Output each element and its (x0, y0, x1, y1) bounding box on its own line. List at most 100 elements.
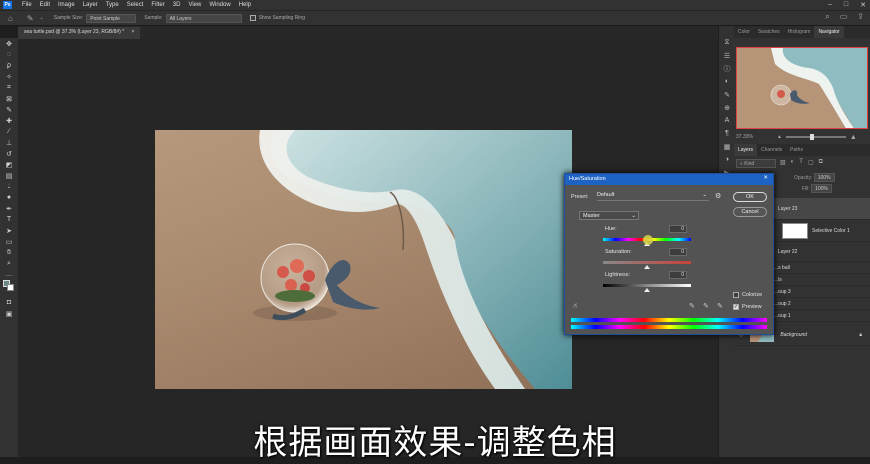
zoom-out-icon[interactable]: ▲ (777, 134, 782, 140)
eyedropper-subtract-icon[interactable]: ✎ (717, 302, 723, 310)
properties-panel-icon[interactable]: ☰ (719, 49, 735, 62)
clone-stamp-icon[interactable]: ⊥ (0, 137, 18, 148)
colorize-checkbox[interactable] (733, 292, 739, 298)
menu-edit[interactable]: Edit (36, 2, 54, 8)
search-icon[interactable]: ⌕ (825, 12, 829, 22)
type-filter-icon[interactable]: T (799, 159, 803, 166)
marquee-tool-icon[interactable]: ◌ (0, 49, 18, 60)
menu-help[interactable]: Help (235, 2, 255, 8)
info-panel-icon[interactable]: ⓘ (719, 62, 735, 75)
crop-tool-icon[interactable]: ⌗ (0, 82, 18, 93)
smart-filter-icon[interactable]: ⧉ (819, 159, 823, 166)
quick-mask-icon[interactable]: ◘ (0, 297, 18, 308)
eraser-tool-icon[interactable]: ◩ (0, 159, 18, 170)
history-brush-icon[interactable]: ↺ (0, 148, 18, 159)
close-window-icon[interactable]: ✕ (860, 1, 866, 9)
menu-type[interactable]: Type (102, 2, 123, 8)
eyedropper-add-icon[interactable]: ✎ (703, 302, 709, 310)
pen-tool-icon[interactable]: ✒ (0, 203, 18, 214)
menu-image[interactable]: Image (54, 2, 79, 8)
tab-histogram[interactable]: Histogram (784, 26, 815, 38)
document-tab[interactable]: sea turtle.psd @ 37.3% (Layer 23, RGB/8#… (18, 27, 141, 39)
document-tab-close-icon[interactable]: × (132, 29, 135, 35)
screen-mode-icon[interactable]: ▣ (0, 308, 18, 319)
eyedropper-sample-icon[interactable]: ✎ (689, 302, 695, 310)
shape-filter-icon[interactable]: ▢ (808, 159, 814, 166)
cancel-button[interactable]: Cancel (733, 207, 767, 217)
tab-color[interactable]: Color (734, 26, 754, 38)
tab-paths[interactable]: Paths (786, 144, 807, 156)
styles-panel-icon[interactable]: ◑ (719, 153, 735, 166)
paragraph-panel-icon[interactable]: ¶ (719, 127, 735, 140)
gradient-tool-icon[interactable]: ▤ (0, 170, 18, 181)
saturation-slider-knob[interactable] (644, 265, 650, 269)
minimize-icon[interactable]: – (828, 1, 832, 9)
more-tools-icon[interactable]: … (0, 269, 18, 280)
lightness-slider-knob[interactable] (644, 288, 650, 292)
path-select-icon[interactable]: ➤ (0, 225, 18, 236)
tab-layers[interactable]: Layers (734, 144, 758, 156)
dialog-close-icon[interactable]: ✕ (763, 175, 768, 181)
preset-gear-icon[interactable]: ⚙︎ (715, 192, 721, 200)
preview-checkbox[interactable]: ✓ (733, 304, 739, 310)
menu-view[interactable]: View (184, 2, 205, 8)
eyedropper-icon[interactable]: ✎ (0, 104, 18, 115)
history-panel-icon[interactable]: ⧖ (719, 36, 735, 49)
zoom-in-icon[interactable]: ▲ (850, 134, 857, 141)
healing-brush-icon[interactable]: ✚ (0, 115, 18, 126)
sample-dropdown[interactable]: All Layers (165, 13, 242, 23)
menu-window[interactable]: Window (205, 2, 234, 8)
clone-source-icon[interactable]: ⊕ (719, 101, 735, 114)
dodge-tool-icon[interactable]: ● (0, 192, 18, 203)
zoom-slider-knob[interactable] (809, 134, 814, 140)
hand-tool-icon[interactable]: ✋︎ (0, 247, 18, 258)
targeted-adjustment-hand-icon[interactable]: ☝︎ (573, 302, 577, 310)
ok-button[interactable]: OK (733, 192, 767, 202)
color-swatches-icon[interactable] (0, 280, 18, 291)
tab-navigator[interactable]: Navigator (814, 26, 844, 38)
brush-tool-icon[interactable]: ∕ (0, 126, 18, 137)
frame-tool-icon[interactable]: ⊠ (0, 93, 18, 104)
libraries-panel-icon[interactable]: ▦ (719, 140, 735, 153)
saturation-slider-track[interactable] (603, 261, 691, 264)
layer-filter-kind[interactable]: ⌕ Kind (736, 159, 776, 168)
tab-channels[interactable]: Channels (757, 144, 786, 156)
lightness-slider-track[interactable] (603, 284, 691, 287)
sample-size-dropdown[interactable]: Point Sample (86, 13, 137, 23)
saturation-input[interactable]: 0 (669, 248, 687, 256)
blur-tool-icon[interactable]: 💧︎ (0, 181, 18, 192)
pixel-filter-icon[interactable]: ▧ (780, 159, 786, 166)
menu-filter[interactable]: Filter (147, 2, 168, 8)
channel-dropdown[interactable]: Master ⌄ (579, 211, 639, 220)
maximize-icon[interactable]: □ (844, 1, 848, 9)
lightness-input[interactable]: 0 (669, 271, 687, 279)
preset-dropdown[interactable]: Default ⌄ (597, 192, 709, 201)
menu-layer[interactable]: Layer (79, 2, 102, 8)
menu-3d[interactable]: 3D (169, 2, 185, 8)
lasso-tool-icon[interactable]: ϼ (0, 60, 18, 71)
workspace-icon[interactable]: ▭ (840, 12, 848, 22)
zoom-value[interactable]: 37.33% (736, 134, 753, 140)
home-icon[interactable]: ⌂ (8, 14, 13, 23)
shape-tool-icon[interactable]: ▭ (0, 236, 18, 247)
opacity-input[interactable]: 100% (813, 173, 835, 182)
canvas-image[interactable] (155, 130, 572, 389)
hue-input[interactable]: 0 (669, 225, 687, 233)
dialog-title-bar[interactable]: Hue/Saturation ✕ (565, 174, 773, 185)
type-tool-icon[interactable]: T (0, 214, 18, 225)
adjustment-filter-icon[interactable]: ◐ (791, 159, 795, 166)
brush-settings-icon[interactable]: ✎ (719, 88, 735, 101)
show-sampling-ring-checkbox[interactable] (249, 15, 256, 21)
quick-select-tool-icon[interactable]: ✧ (0, 71, 18, 82)
tab-swatches[interactable]: Swatches (754, 26, 784, 38)
share-icon[interactable]: ⇪ (857, 12, 864, 22)
eyedropper-tool-icon[interactable]: ✎ (27, 14, 34, 23)
zoom-tool-icon[interactable]: ⌕ (0, 258, 18, 269)
zoom-slider[interactable] (785, 134, 846, 140)
menu-select[interactable]: Select (123, 2, 148, 8)
move-tool-icon[interactable]: ✥ (0, 38, 18, 49)
navigator-preview[interactable] (736, 47, 868, 129)
tool-preset-chevron-icon[interactable]: ⌄ (40, 15, 44, 21)
fill-input[interactable]: 100% (811, 184, 832, 193)
adjustments-panel-icon[interactable]: ◐ (719, 75, 735, 88)
